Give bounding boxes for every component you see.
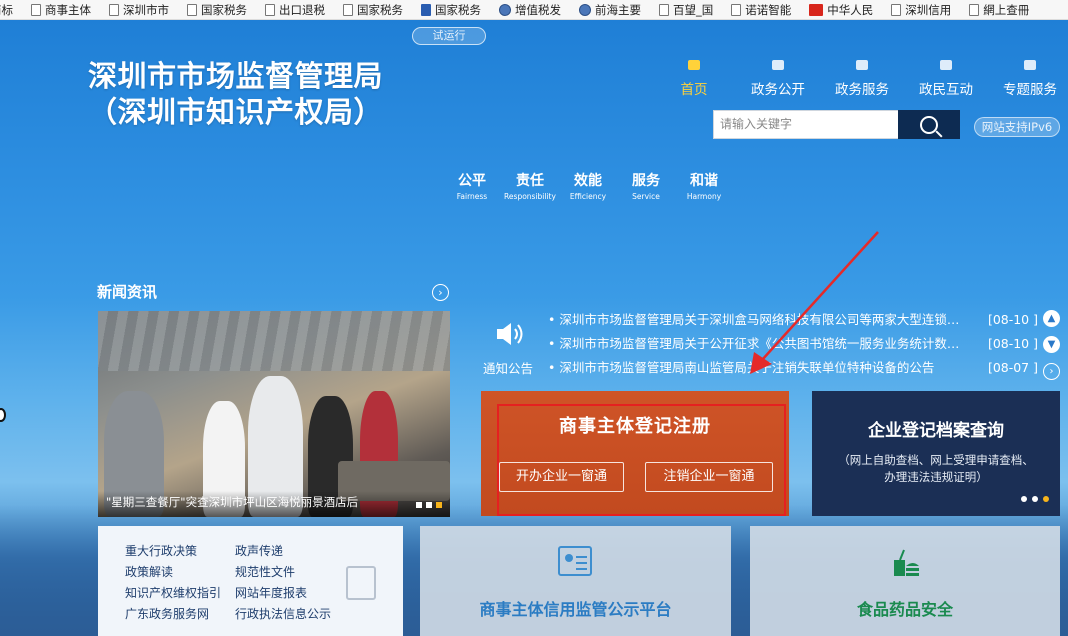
link-item[interactable]: 规范性文件 xyxy=(235,563,295,580)
food-drug-title[interactable]: 食品药品安全 xyxy=(750,596,1060,620)
page-icon xyxy=(891,3,902,16)
link-item[interactable]: 网站年度报表 xyxy=(235,584,307,601)
page-icon xyxy=(731,3,742,16)
food-drug-card[interactable]: 食品药品安全 xyxy=(750,526,1060,636)
search-icon xyxy=(920,115,938,134)
bookmark[interactable]: 国家税务 xyxy=(421,2,481,18)
news-more-button[interactable]: › xyxy=(432,284,449,301)
trial-badge: 试运行 xyxy=(412,27,486,45)
carousel-dot[interactable] xyxy=(426,502,432,508)
carousel-dot-active[interactable] xyxy=(436,502,442,508)
bookmark[interactable]: 诺诺智能 xyxy=(731,2,791,18)
link-item[interactable]: 政策解读 xyxy=(125,563,173,580)
photo-ceiling xyxy=(98,311,450,371)
value-item: 公平 Fairness xyxy=(456,173,488,201)
bookmark[interactable]: 百望_国 xyxy=(659,2,713,18)
nav-gov-affairs[interactable]: 政务公开 xyxy=(736,60,820,98)
bookmark[interactable]: 增值税发 xyxy=(499,2,561,18)
page-icon xyxy=(969,3,980,16)
network-icon xyxy=(856,60,868,70)
link-item[interactable]: 广东政务服务网 xyxy=(125,605,209,622)
page-icon xyxy=(343,3,353,16)
home-icon xyxy=(688,60,700,70)
notice-up-button[interactable]: ▲ xyxy=(1043,310,1060,327)
tax-icon xyxy=(421,3,431,16)
monitor-icon xyxy=(772,60,784,70)
nav-special[interactable]: 专题服务 xyxy=(988,60,1068,98)
link-item[interactable]: 行政执法信息公示 xyxy=(235,605,331,622)
link-item[interactable]: 政声传递 xyxy=(235,542,283,559)
photo-caption[interactable]: "星期三查餐厅"突查深圳市坪山区海悦丽景酒店后 xyxy=(106,494,358,510)
value-item: 和谐 Harmony xyxy=(686,173,722,201)
open-business-button[interactable]: 开办企业一窗通 xyxy=(499,462,624,492)
bookmark[interactable]: 深圳市市 xyxy=(109,2,169,18)
carousel-dot[interactable] xyxy=(1021,496,1027,502)
page-icon xyxy=(659,3,669,16)
notice-down-button[interactable]: ▼ xyxy=(1043,336,1060,353)
bookmark[interactable]: 深圳信用 xyxy=(891,2,951,18)
search-input[interactable]: 请输入关键字 xyxy=(713,110,899,139)
nav-gov-services[interactable]: 政务服务 xyxy=(820,60,904,98)
carousel-dot-active[interactable] xyxy=(1043,496,1049,502)
page-icon xyxy=(187,3,197,16)
bookmark[interactable]: 商标 xyxy=(0,2,13,18)
bookmark[interactable]: 国家税务 xyxy=(187,2,247,18)
archive-subtitle: （网上自助查档、网上受理申请查档、 办理违法违规证明） xyxy=(838,453,1034,484)
value-item: 责任 Responsibility xyxy=(504,173,556,201)
core-values: 公平 Fairness 责任 Responsibility 效能 Efficiency… xyxy=(443,170,733,201)
briefcase-icon xyxy=(940,60,952,70)
food-drink-icon xyxy=(894,549,919,576)
nav-interaction[interactable]: 政民互动 xyxy=(904,60,988,98)
quick-links: 重大行政决策 政策解读 知识产权维权指引 广东政务服务网 政声传递 规范性文件 … xyxy=(98,526,403,636)
bookmark[interactable]: 国家税务 xyxy=(343,2,403,18)
registration-title[interactable]: 商事主体登记注册 xyxy=(481,412,789,438)
globe-icon xyxy=(579,3,591,16)
carousel-dots xyxy=(416,502,442,508)
id-card-icon xyxy=(558,546,592,576)
main-nav: 首页 政务公开 政务服务 政民互动 专题服务 xyxy=(652,60,1068,98)
credit-platform-title[interactable]: 商事主体信用监管公示平台 xyxy=(420,596,731,620)
bookmarks-bar: 商标 商事主体 深圳市市 国家税务 出口退税 国家税务 国家税务 增值税发 前海… xyxy=(0,0,1068,20)
red-icon xyxy=(809,3,824,16)
news-photo-carousel[interactable]: "星期三查餐厅"突查深圳市坪山区海悦丽景酒店后 xyxy=(98,311,450,517)
document-icon xyxy=(346,566,376,600)
news-section-title: 新闻资讯 xyxy=(97,283,158,301)
archive-dots xyxy=(1021,496,1049,502)
site-title[interactable]: 深圳市市场监督管理局 （深圳市知识产权局） xyxy=(88,58,383,130)
page-icon xyxy=(31,3,41,16)
bookmark[interactable]: 前海主要 xyxy=(579,2,641,18)
bookmark[interactable]: 出口退税 xyxy=(265,2,325,18)
value-item: 服务 Service xyxy=(632,173,660,201)
globe-icon xyxy=(499,3,511,16)
link-item[interactable]: 重大行政决策 xyxy=(125,542,197,559)
bookmark[interactable]: 網上查冊 xyxy=(969,2,1029,18)
page-icon xyxy=(265,3,275,16)
link-item[interactable]: 知识产权维权指引 xyxy=(125,584,221,601)
page-icon xyxy=(109,3,119,16)
site-title-line1: 深圳市市场监督管理局 xyxy=(88,59,384,93)
speaker-icon xyxy=(497,323,523,345)
bookmark[interactable]: 商事主体 xyxy=(31,2,91,18)
archive-title[interactable]: 企业登记档案查询 xyxy=(812,416,1060,441)
value-item: 效能 Efficiency xyxy=(569,173,607,201)
badge-icon xyxy=(1024,60,1036,70)
search-button[interactable] xyxy=(898,110,960,139)
bookmark[interactable]: 中华人民 xyxy=(809,2,873,18)
nav-home[interactable]: 首页 xyxy=(652,60,736,98)
site-title-line2: （深圳市知识产权局） xyxy=(88,95,384,129)
ipv6-badge: 网站支持IPv6 xyxy=(974,117,1060,137)
notice-more-button[interactable]: › xyxy=(1043,363,1060,380)
carousel-dot[interactable] xyxy=(416,502,422,508)
carousel-dot[interactable] xyxy=(1032,496,1038,502)
annotation-arrow xyxy=(750,231,879,374)
close-business-button[interactable]: 注销企业一窗通 xyxy=(645,462,773,492)
notice-label: 通知公告 xyxy=(483,361,534,376)
credit-platform-card[interactable]: 商事主体信用监管公示平台 xyxy=(420,526,731,636)
